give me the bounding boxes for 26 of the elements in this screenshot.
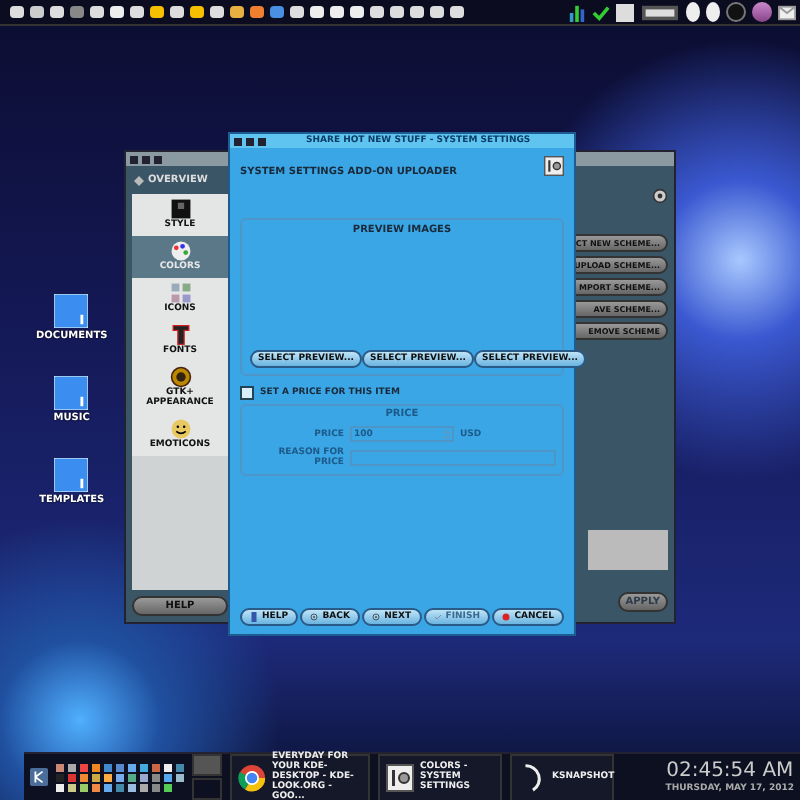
- folder-icon[interactable]: [54, 458, 89, 492]
- checkmark-icon[interactable]: [592, 3, 610, 21]
- book-icon: [250, 612, 258, 622]
- folder-icon[interactable]: [54, 376, 89, 410]
- orb-icon[interactable]: [752, 2, 772, 22]
- circle-icon[interactable]: [726, 2, 746, 22]
- app-menu-icon[interactable]: [30, 768, 48, 786]
- target-icon: [372, 612, 381, 622]
- target-icon: [310, 612, 319, 622]
- preview-area: [588, 530, 668, 570]
- font-icon: [169, 324, 191, 346]
- clock-time[interactable]: 02:45:54 AM: [666, 760, 794, 784]
- folder-icon[interactable]: [54, 294, 89, 328]
- browser-icon: [238, 763, 266, 791]
- diamond-icon: [134, 175, 144, 185]
- cancel-icon: [502, 612, 511, 622]
- bar-graph-icon[interactable]: [568, 3, 586, 21]
- monitor-icon: [169, 198, 191, 220]
- coin-icon: [169, 366, 191, 388]
- smiley-icon: [169, 418, 191, 440]
- envelope-icon[interactable]: [778, 3, 796, 21]
- pager-icon[interactable]: [640, 3, 680, 21]
- price-checkbox[interactable]: [240, 386, 254, 400]
- palette-icon: [169, 240, 191, 262]
- window-icon[interactable]: [616, 3, 634, 21]
- icons-icon: [169, 282, 191, 304]
